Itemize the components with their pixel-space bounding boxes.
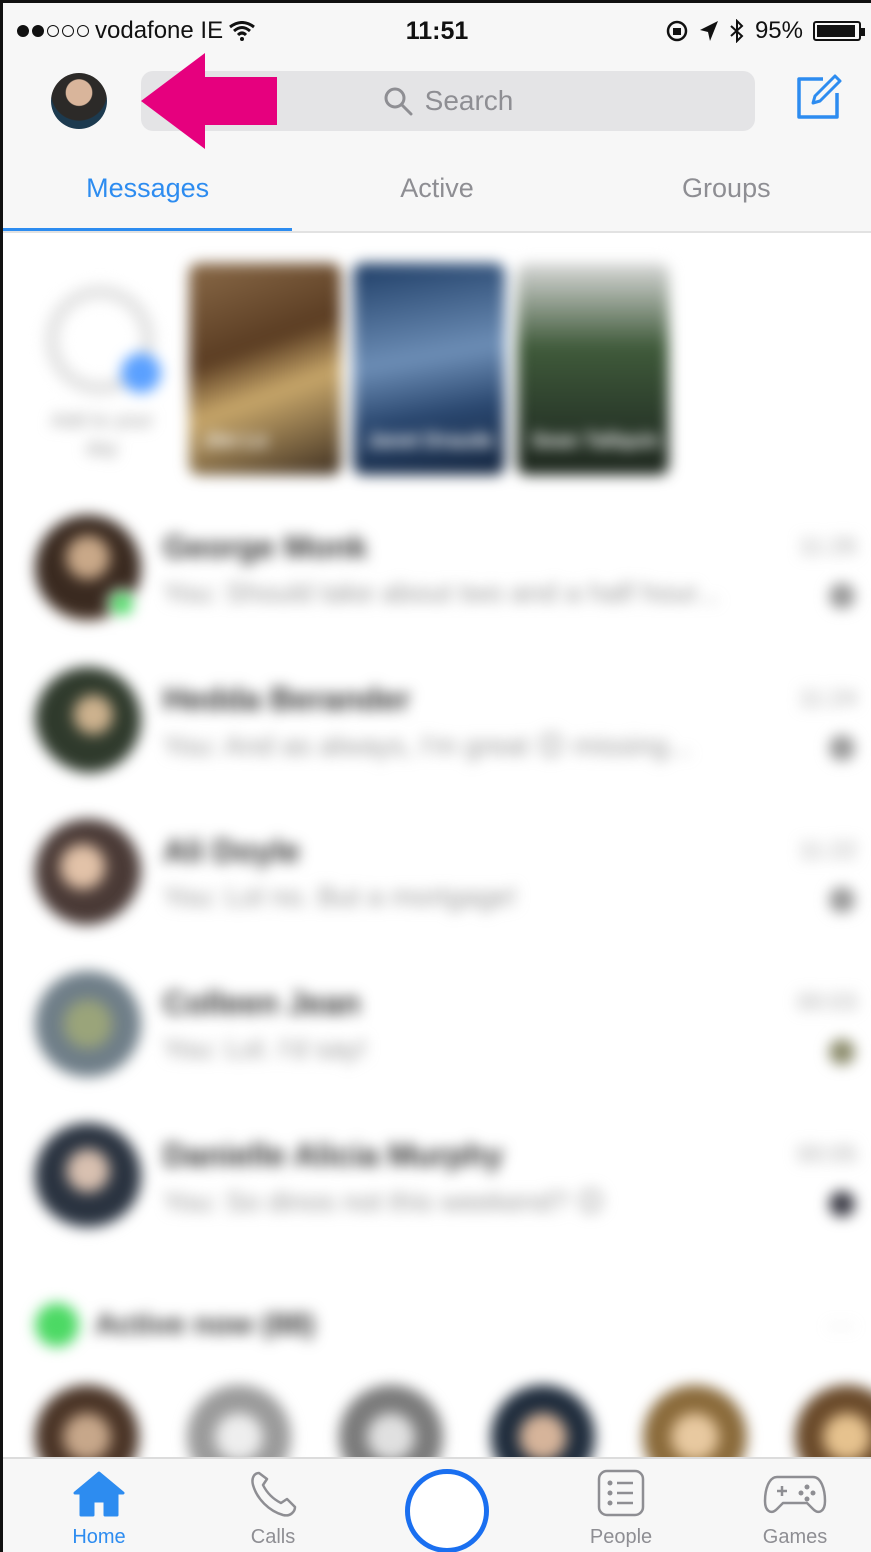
contact-avatar: [35, 971, 141, 1077]
active-now-icon: [35, 1303, 79, 1347]
seen-indicator: [829, 735, 855, 761]
pointer-arrow-icon: [141, 53, 277, 149]
conversation-row[interactable]: Ali Doyle You: Lol no. But a mortgage! 1…: [3, 819, 871, 969]
battery-percent: 95%: [754, 17, 803, 44]
seen-indicator: [829, 887, 855, 913]
status-bar: vodafone IE 11:51 95%: [3, 3, 871, 53]
tab-games[interactable]: Games: [735, 1469, 855, 1549]
contact-name: Colleen Jean: [163, 985, 361, 1021]
gamepad-icon: [763, 1475, 827, 1513]
story-caption: Jim Lo: [203, 430, 268, 452]
seen-indicator: [829, 1191, 855, 1217]
active-now-more[interactable]: ···: [827, 1309, 855, 1341]
conversation-row[interactable]: Colleen Jean You: Lol. I'd say! 00:03: [3, 971, 871, 1121]
profile-avatar[interactable]: [51, 73, 107, 129]
tab-strip: Messages Active Groups: [3, 153, 871, 231]
tab-games-label: Games: [762, 1526, 828, 1548]
conversation-row[interactable]: Hedda Berander You: And as always, I'm g…: [3, 667, 871, 817]
contact-name: Danielle Alicia Murphy: [163, 1137, 504, 1173]
seen-indicator: [829, 583, 855, 609]
bottom-tab-bar: Home Calls People Games: [3, 1457, 871, 1552]
contact-name: Ali Doyle: [163, 833, 300, 869]
conversation-row[interactable]: George Monk You: Should take about two a…: [3, 515, 871, 665]
story-caption: Sean Tallquin: [531, 430, 660, 452]
message-preview: You: Lol. I'd say!: [163, 1033, 367, 1064]
contact-avatar: [35, 819, 141, 925]
phone-screen: vodafone IE 11:51 95% Search Messages Ac…: [0, 0, 871, 1552]
search-icon: [384, 87, 413, 116]
search-placeholder: Search: [424, 85, 514, 116]
message-time: 00:05: [796, 1141, 857, 1168]
story-card[interactable]: Sean Tallquin: [517, 263, 669, 475]
seen-indicator: [829, 1039, 855, 1065]
message-preview: You: Lol no. But a mortgage!: [163, 881, 517, 912]
contact-avatar: [35, 667, 141, 773]
message-preview: You: And as always, I'm great 😊 missing.…: [163, 730, 692, 761]
tab-groups[interactable]: Groups: [582, 153, 871, 231]
contact-name: George Monk: [163, 529, 368, 565]
message-time: 11:26: [798, 533, 857, 560]
tab-messages[interactable]: Messages: [3, 153, 293, 231]
message-time: 11:22: [798, 837, 857, 864]
bluetooth-icon: [730, 19, 744, 43]
story-card[interactable]: Jim Lo: [189, 263, 341, 475]
active-now-header[interactable]: Active now (88): [35, 1303, 315, 1347]
message-time: 11:24: [798, 685, 857, 712]
tab-home-label: Home: [72, 1526, 126, 1548]
tab-calls-label: Calls: [250, 1526, 296, 1548]
message-time: 00:03: [796, 989, 857, 1016]
location-arrow-icon: [699, 21, 718, 41]
tab-people-label: People: [589, 1526, 653, 1548]
status-right: 95%: [665, 17, 865, 45]
battery-icon: [813, 21, 865, 41]
message-preview: You: So dinos not this weekend? 😊: [163, 1186, 606, 1217]
add-story-caption: Add to your day: [50, 410, 154, 460]
message-preview: You: Should take about two and a half ho…: [163, 577, 720, 608]
story-caption: Janet Draude: [367, 430, 494, 452]
compose-icon[interactable]: [793, 73, 843, 123]
tab-people[interactable]: People: [561, 1469, 681, 1549]
contact-avatar: [35, 1123, 141, 1229]
conversation-list: Add to your day Jim Lo Janet Draude Sean…: [3, 235, 871, 1489]
conversation-row[interactable]: Danielle Alicia Murphy You: So dinos not…: [3, 1123, 871, 1273]
messenger-header: Search Messages Active Groups: [3, 53, 871, 233]
orientation-lock-icon: [666, 20, 688, 42]
tab-home[interactable]: Home: [39, 1469, 159, 1549]
story-card[interactable]: Janet Draude: [353, 263, 505, 475]
camera-button[interactable]: [405, 1469, 489, 1552]
people-list-icon: [597, 1469, 645, 1517]
contact-name: Hedda Berander: [163, 681, 411, 717]
online-indicator: [107, 589, 137, 619]
plus-icon: [121, 353, 161, 393]
battery-fill: [817, 25, 855, 37]
tab-calls[interactable]: Calls: [213, 1469, 333, 1549]
home-icon: [73, 1471, 125, 1517]
phone-icon: [251, 1471, 297, 1517]
tab-active[interactable]: Active: [292, 153, 581, 231]
active-now-label: Active now (88): [95, 1308, 316, 1341]
